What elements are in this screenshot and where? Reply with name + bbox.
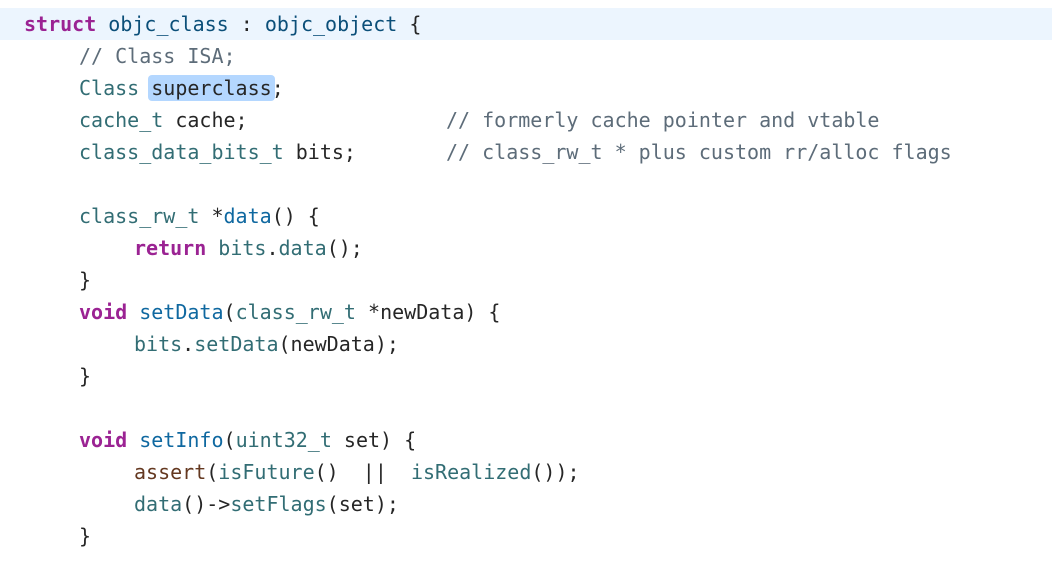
selected-identifier[interactable]: superclass — [148, 75, 275, 101]
dot: . — [182, 332, 195, 356]
keyword-void: void — [79, 428, 128, 452]
code-line-13-empty[interactable] — [0, 392, 1052, 424]
method-call: data — [134, 492, 183, 516]
param-rest: *newData) { — [355, 300, 501, 324]
macro-assert: assert — [134, 460, 207, 484]
code-line-9[interactable]: } — [0, 264, 1052, 296]
method-call: isFuture — [218, 460, 315, 484]
call-args: (); — [326, 236, 363, 260]
call-args: (set); — [326, 492, 399, 516]
object-name: bits — [206, 236, 267, 260]
semicolon: ; — [271, 76, 284, 100]
open-paren: ( — [223, 300, 236, 324]
code-line-7[interactable]: class_rw_t *data() { — [0, 200, 1052, 232]
open-brace: { — [397, 12, 422, 36]
code-line-10[interactable]: void setData(class_rw_t *newData) { — [0, 296, 1052, 328]
type-name: class_rw_t — [79, 204, 200, 228]
code-line-5[interactable]: class_data_bits_t bits; // class_rw_t * p… — [0, 136, 1052, 168]
code-line-17[interactable]: } — [0, 520, 1052, 552]
open-paren: ( — [223, 428, 236, 452]
close-brace: } — [79, 364, 92, 388]
member-declaration: bits; — [283, 140, 356, 164]
method-call: setData — [194, 332, 279, 356]
param-type: class_rw_t — [235, 300, 356, 324]
function-name: setInfo — [139, 428, 224, 452]
code-line-6-empty[interactable] — [0, 168, 1052, 200]
class-name: objc_class — [108, 12, 229, 36]
code-line-15[interactable]: assert(isFuture() || isRealized()); — [0, 456, 1052, 488]
base-class-name: objc_object — [264, 12, 398, 36]
param-type: uint32_t — [235, 428, 332, 452]
code-line-4[interactable]: cache_t cache; // formerly cache pointer … — [0, 104, 1052, 136]
colon: : — [228, 12, 265, 36]
type-name: cache_t — [79, 108, 164, 132]
function-name: setData — [139, 300, 224, 324]
type-name: Class — [79, 76, 140, 100]
comment: // class_rw_t * plus custom rr/alloc fla… — [446, 140, 952, 164]
comment: // formerly cache pointer and vtable — [446, 108, 880, 132]
object-name: bits — [134, 332, 183, 356]
keyword-void: void — [79, 300, 128, 324]
code-line-16[interactable]: data()->setFlags(set); — [0, 488, 1052, 520]
code-line-8[interactable]: return bits.data(); — [0, 232, 1052, 264]
close-brace: } — [79, 268, 92, 292]
code-line-11[interactable]: bits.setData(newData); — [0, 328, 1052, 360]
param-rest: set) { — [331, 428, 417, 452]
code-line-2[interactable]: // Class ISA; — [0, 40, 1052, 72]
operator-or: () || — [314, 460, 411, 484]
dot: . — [266, 236, 279, 260]
method-call: data — [278, 236, 327, 260]
code-editor[interactable]: struct objc_class : objc_object { // Cla… — [0, 8, 1052, 568]
type-name: class_data_bits_t — [79, 140, 284, 164]
code-line-14[interactable]: void setInfo(uint32_t set) { — [0, 424, 1052, 456]
function-name: data — [223, 204, 272, 228]
method-call: setFlags — [230, 492, 327, 516]
member-declaration: cache; — [163, 108, 248, 132]
call-args: ()); — [531, 460, 580, 484]
parameter-list: () { — [271, 204, 320, 228]
code-line-1[interactable]: struct objc_class : objc_object { — [0, 8, 1052, 40]
comment: // Class ISA; — [79, 44, 236, 68]
call-args: (newData); — [278, 332, 399, 356]
close-brace: } — [79, 524, 92, 548]
code-line-12[interactable]: } — [0, 360, 1052, 392]
pointer-star: * — [199, 204, 224, 228]
open-paren: ( — [206, 460, 219, 484]
keyword-return: return — [134, 236, 207, 260]
arrow-operator: ()-> — [182, 492, 231, 516]
code-line-3[interactable]: Class superclass; — [0, 72, 1052, 104]
keyword-struct: struct — [24, 12, 97, 36]
method-call: isRealized — [410, 460, 532, 484]
